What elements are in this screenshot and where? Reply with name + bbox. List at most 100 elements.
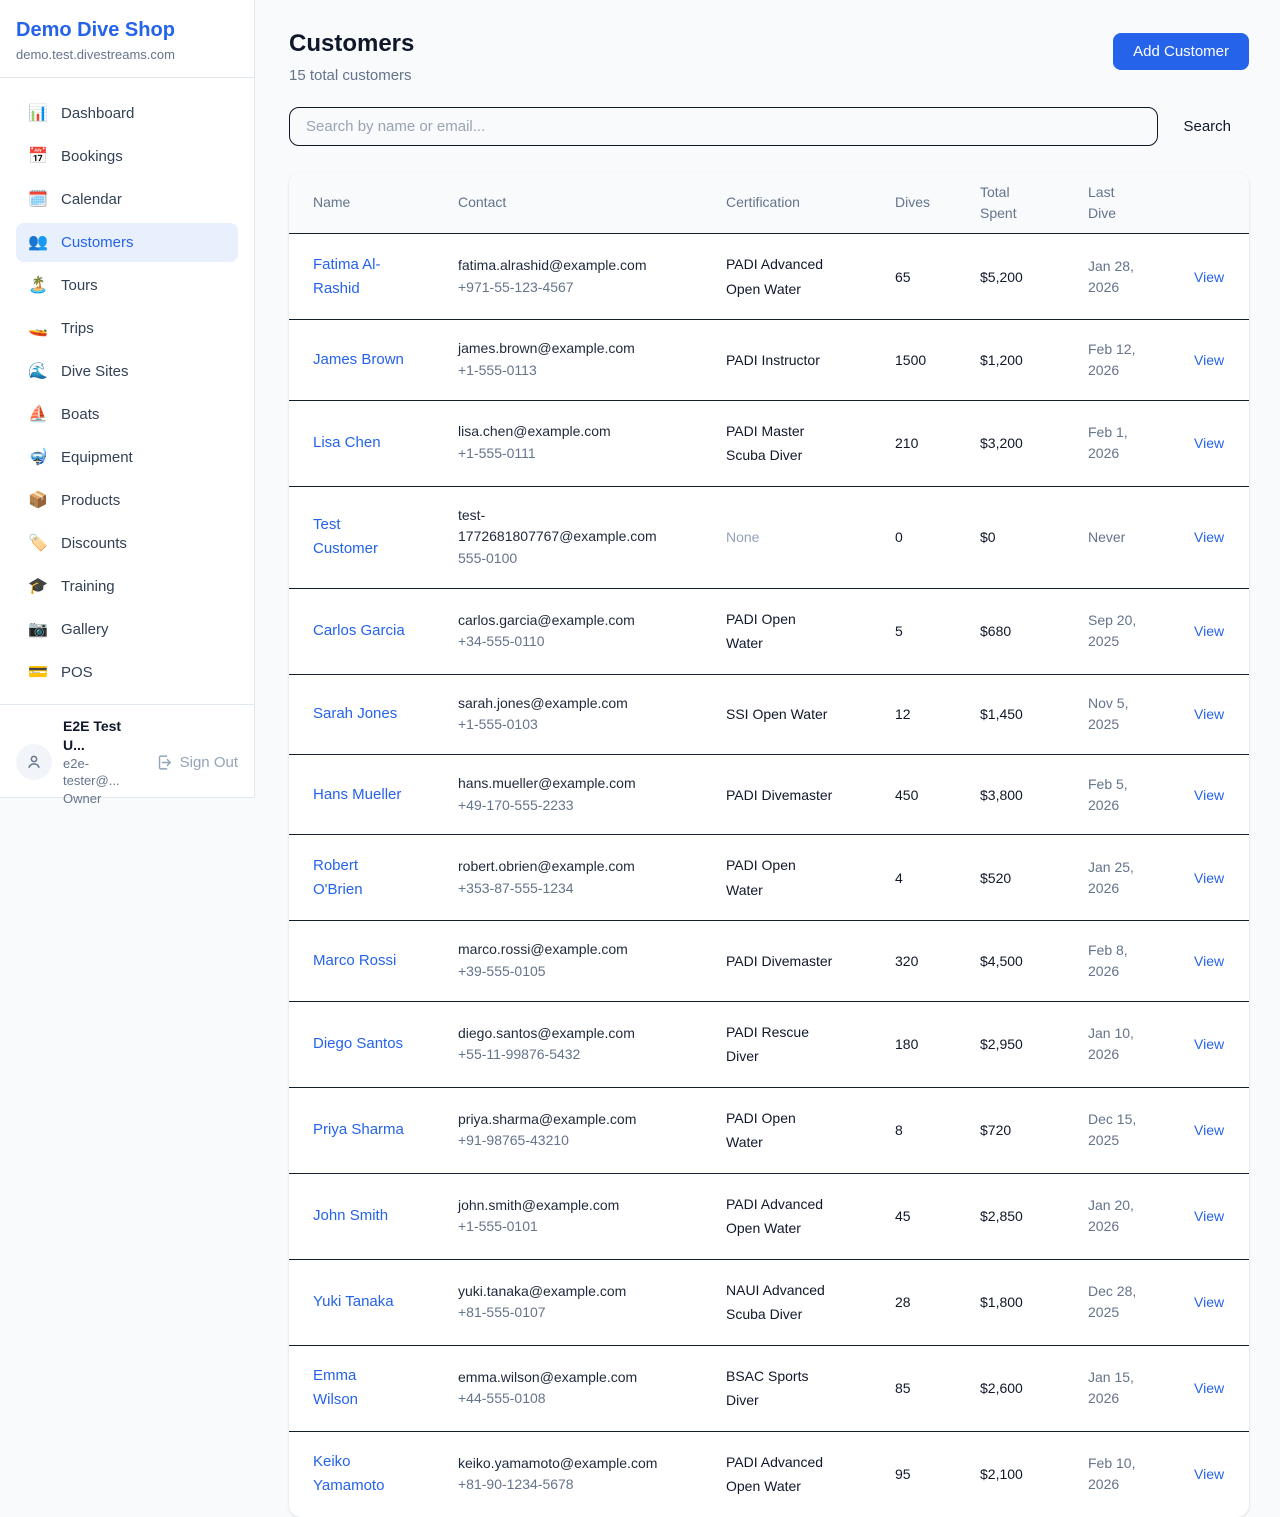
customer-name-link[interactable]: Hans Mueller [313,783,405,807]
tag-icon: 🏷️ [28,536,48,552]
customer-total-spent: $0 [980,486,1088,588]
customer-email: priya.sharma@example.com [458,1109,674,1131]
customer-certification: PADI Master Scuba Diver [726,419,834,468]
customer-email: yuki.tanaka@example.com [458,1281,674,1303]
table-row: John Smithjohn.smith@example.com+1-555-0… [289,1173,1249,1259]
customer-name-link[interactable]: Lisa Chen [313,431,405,455]
page-header-text: Customers 15 total customers [289,30,414,84]
sidebar-item-calendar[interactable]: 🗓️Calendar [16,180,238,219]
sidebar-item-equipment[interactable]: 🤿Equipment [16,438,238,477]
customer-phone: +1-555-0103 [458,714,674,736]
customer-name-link[interactable]: Emma Wilson [313,1364,405,1412]
search-button[interactable]: Search [1183,118,1249,135]
customer-name-link[interactable]: Fatima Al-Rashid [313,253,405,301]
sidebar-item-label: POS [61,662,93,683]
column-header-last-dive: Last Dive [1088,172,1194,234]
sidebar-item-label: Dashboard [61,103,134,124]
customer-name-link[interactable]: James Brown [313,348,405,372]
page-title: Customers [289,30,414,59]
customer-name-link[interactable]: John Smith [313,1204,405,1228]
sidebar-item-bookings[interactable]: 📅Bookings [16,137,238,176]
customer-email: test-1772681807767@example.com [458,505,674,548]
customer-phone: +39-555-0105 [458,961,674,983]
view-link[interactable]: View [1194,1036,1224,1052]
sidebar-item-tours[interactable]: 🏝️Tours [16,266,238,305]
view-link[interactable]: View [1194,870,1224,886]
view-link[interactable]: View [1194,623,1224,639]
customer-total-spent: $1,200 [980,320,1088,400]
view-link[interactable]: View [1194,706,1224,722]
customer-name-link[interactable]: Test Customer [313,513,405,561]
customer-phone: +81-555-0107 [458,1302,674,1324]
customer-dives: 85 [895,1345,980,1431]
customer-name-link[interactable]: Marco Rossi [313,949,405,973]
table-row: Marco Rossimarco.rossi@example.com+39-55… [289,921,1249,1001]
user-name: E2E Test U... [63,717,145,755]
column-header-contact: Contact [458,172,726,234]
customer-email: lisa.chen@example.com [458,421,674,443]
customer-certification: PADI Advanced Open Water [726,1192,834,1241]
view-link[interactable]: View [1194,529,1224,545]
customer-last-dive: Dec 28, 2025 [1088,1281,1150,1323]
view-link[interactable]: View [1194,1208,1224,1224]
view-link[interactable]: View [1194,1122,1224,1138]
customer-total-spent: $520 [980,835,1088,921]
view-link[interactable]: View [1194,953,1224,969]
sidebar-item-discounts[interactable]: 🏷️Discounts [16,524,238,563]
sidebar-item-training[interactable]: 🎓 Training [16,567,238,606]
search-input[interactable] [289,107,1158,146]
brand-domain: demo.test.divestreams.com [16,47,238,62]
graduation-cap-icon: 🎓 [28,579,48,595]
view-link[interactable]: View [1194,787,1224,803]
customer-name-link[interactable]: Yuki Tanaka [313,1290,405,1314]
customer-total-spent: $2,600 [980,1345,1088,1431]
sidebar-item-label: Training [61,576,115,597]
view-link[interactable]: View [1194,352,1224,368]
sidebar-item-label: Tours [61,275,98,296]
sidebar-item-products[interactable]: 📦Products [16,481,238,520]
view-link[interactable]: View [1194,1380,1224,1396]
customer-certification: PADI Instructor [726,348,834,373]
customer-name-link[interactable]: Keiko Yamamoto [313,1450,405,1498]
customer-last-dive: Jan 15, 2026 [1088,1367,1150,1409]
brand: Demo Dive Shop demo.test.divestreams.com [0,0,254,78]
customer-last-dive: Dec 15, 2025 [1088,1109,1150,1151]
customer-dives: 65 [895,234,980,320]
column-header-name: Name [289,172,458,234]
sidebar-item-label: Gallery [61,619,109,640]
sidebar-item-dashboard[interactable]: 📊Dashboard [16,94,238,133]
customer-last-dive: Jan 25, 2026 [1088,857,1150,899]
customer-email: sarah.jones@example.com [458,693,674,715]
sidebar-item-pos[interactable]: 💳POS [16,653,238,692]
package-icon: 📦 [28,493,48,509]
table-row: Diego Santosdiego.santos@example.com+55-… [289,1001,1249,1087]
sidebar-item-customers[interactable]: 👥Customers [16,223,238,262]
sidebar-item-dive-sites[interactable]: 🌊Dive Sites [16,352,238,391]
view-link[interactable]: View [1194,269,1224,285]
add-customer-button[interactable]: Add Customer [1113,33,1249,70]
customer-phone: +1-555-0113 [458,360,674,382]
customer-name-link[interactable]: Carlos Garcia [313,619,405,643]
column-header-dives: Dives [895,172,980,234]
view-link[interactable]: View [1194,1294,1224,1310]
sidebar-item-trips[interactable]: 🚤Trips [16,309,238,348]
customer-phone: +1-555-0111 [458,443,674,465]
table-row: Yuki Tanaka yuki.tanaka@example.com+81-55… [289,1259,1249,1345]
user-section: E2E Test U... e2e-tester@... Owner Sign … [0,704,254,819]
sidebar-item-gallery[interactable]: 📷Gallery [16,610,238,649]
sidebar-nav: 📊Dashboard 📅Bookings 🗓️Calendar 👥Customers 🏝… [0,78,254,704]
view-link[interactable]: View [1194,435,1224,451]
customer-phone: 555-0100 [458,548,674,570]
customer-name-link[interactable]: Robert O'Brien [313,854,405,902]
customer-name-link[interactable]: Sarah Jones [313,702,405,726]
customer-name-link[interactable]: Priya Sharma [313,1118,405,1142]
table-row: Fatima Al-Rashidfatima.alrashid@example.… [289,234,1249,320]
view-link[interactable]: View [1194,1466,1224,1482]
customer-name-link[interactable]: Diego Santos [313,1032,405,1056]
customer-email: keiko.yamamoto@example.com [458,1453,674,1475]
customer-dives: 180 [895,1001,980,1087]
sign-out-button[interactable]: Sign Out [156,754,238,771]
sidebar-item-boats[interactable]: ⛵Boats [16,395,238,434]
speedboat-icon: 🚤 [28,321,48,337]
customer-dives: 5 [895,588,980,674]
